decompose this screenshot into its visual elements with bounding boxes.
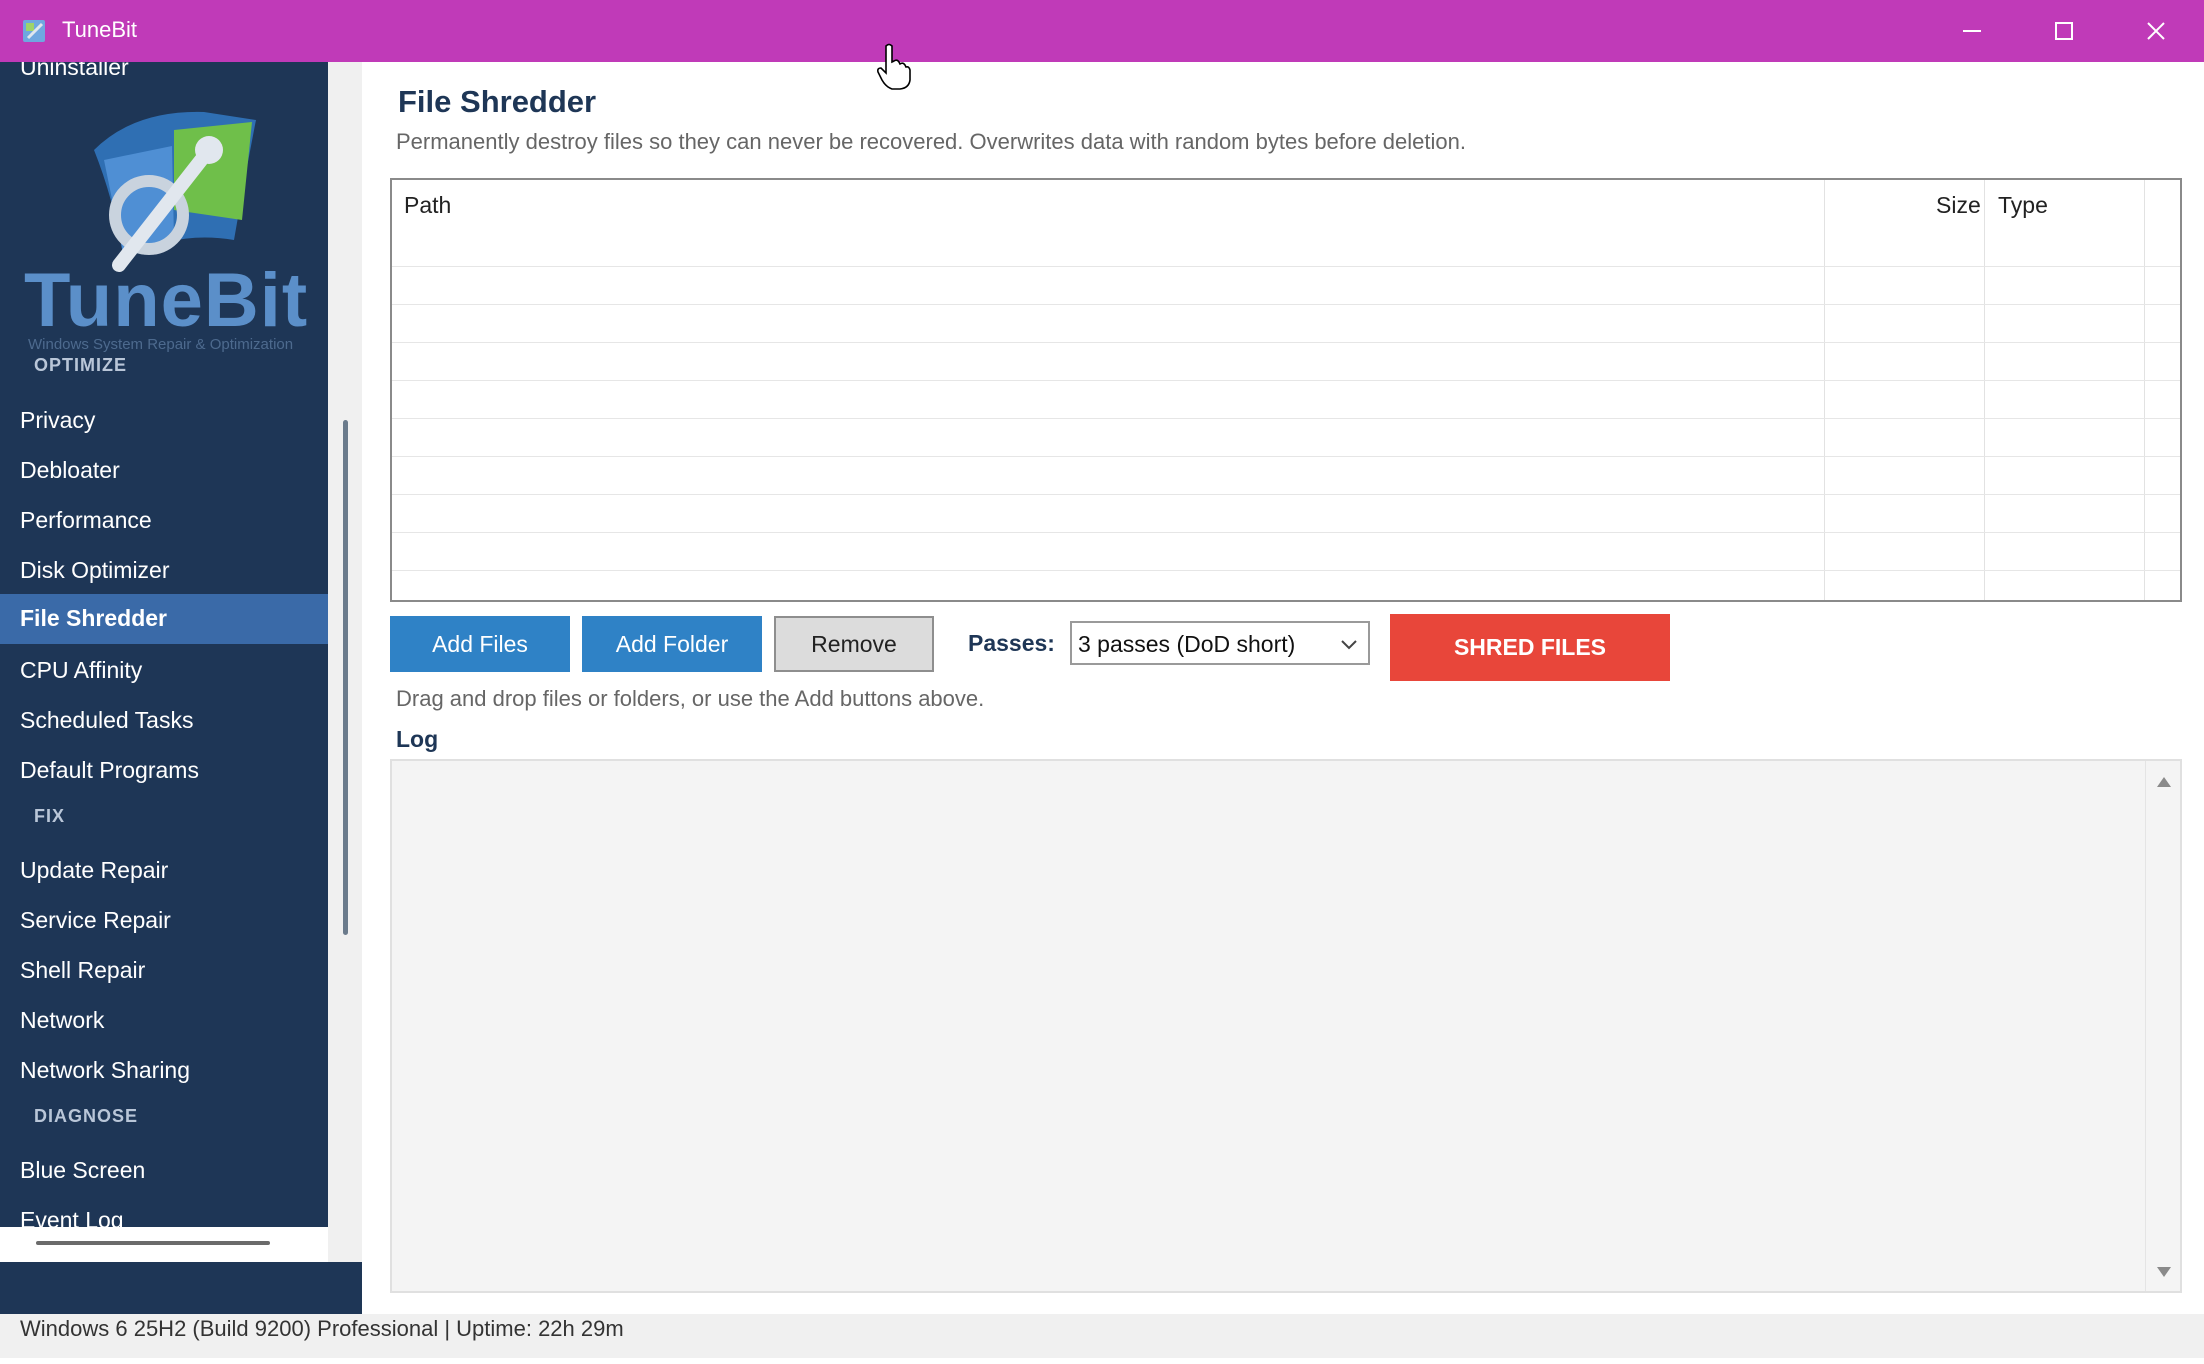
drag-drop-hint: Drag and drop files or folders, or use t… xyxy=(396,686,985,711)
sidebar-item-label: Scheduled Tasks xyxy=(20,707,194,733)
sidebar-item-disk-optimizer[interactable]: Disk Optimizer xyxy=(0,546,328,594)
passes-label: Passes: xyxy=(968,630,1055,656)
row-divider xyxy=(392,418,2180,419)
sidebar-item-label: Privacy xyxy=(20,407,96,433)
app-window: TuneBit Uninstaller TuneBit Windows Syst… xyxy=(0,0,2204,1364)
column-header-type[interactable]: Type xyxy=(1998,192,2048,219)
column-divider xyxy=(1984,180,1985,600)
title-bar[interactable]: TuneBit xyxy=(0,0,2204,62)
maximize-button[interactable] xyxy=(2018,0,2110,62)
row-divider xyxy=(392,532,2180,533)
column-divider xyxy=(1824,180,1825,600)
sidebar-item-label: Performance xyxy=(20,507,152,533)
page-description: Permanently destroy files so they can ne… xyxy=(396,129,1466,154)
sidebar-item-label: Disk Optimizer xyxy=(20,557,170,583)
row-divider xyxy=(392,342,2180,343)
app-icon xyxy=(23,20,45,42)
sidebar-item-label: Debloater xyxy=(20,457,120,483)
section-optimize: OPTIMIZE xyxy=(34,355,127,375)
shred-files-button[interactable]: SHRED FILES xyxy=(1390,614,1670,681)
column-header-size[interactable]: Size xyxy=(1936,192,1981,219)
table-header: Path Size Type xyxy=(392,180,2180,228)
status-text: Windows 6 25H2 (Build 9200) Professional… xyxy=(20,1316,624,1341)
column-divider xyxy=(2144,180,2145,600)
sidebar-item-label: Service Repair xyxy=(20,907,171,933)
log-label: Log xyxy=(396,726,439,752)
row-divider xyxy=(392,380,2180,381)
sidebar-horizontal-scrollbar[interactable] xyxy=(36,1241,270,1245)
log-textbox[interactable] xyxy=(390,759,2182,1293)
sidebar-item-performance[interactable]: Performance xyxy=(0,496,328,544)
sidebar-item-blue-screen[interactable]: Blue Screen xyxy=(0,1146,328,1194)
sidebar-item-label: Default Programs xyxy=(20,757,199,783)
sidebar-item-label: Update Repair xyxy=(20,857,169,883)
passes-select-value: 3 passes (DoD short) xyxy=(1078,631,1296,657)
row-divider xyxy=(392,456,2180,457)
passes-select[interactable]: 3 passes (DoD short) xyxy=(1070,621,1370,665)
row-divider xyxy=(392,304,2180,305)
remove-button[interactable]: Remove xyxy=(774,616,934,672)
sidebar-item-network[interactable]: Network xyxy=(0,996,328,1044)
scroll-up-icon[interactable] xyxy=(2157,777,2171,787)
sidebar-item-label: Event Log xyxy=(20,1207,124,1227)
sidebar-item-label: Shell Repair xyxy=(20,957,146,983)
window-title: TuneBit xyxy=(62,17,138,42)
section-fix: FIX xyxy=(34,806,66,826)
sidebar-item-label: Network Sharing xyxy=(20,1057,191,1083)
section-diagnose: DIAGNOSE xyxy=(34,1106,139,1126)
column-header-path[interactable]: Path xyxy=(404,192,451,219)
sidebar-item-privacy[interactable]: Privacy xyxy=(0,396,328,444)
sidebar-item-file-shredder[interactable]: File Shredder xyxy=(0,594,328,644)
sidebar-item-label: CPU Affinity xyxy=(20,657,143,683)
sidebar-item-cpu-affinity[interactable]: CPU Affinity xyxy=(0,646,328,694)
sidebar-item-service-repair[interactable]: Service Repair xyxy=(0,896,328,944)
sidebar-item-label: File Shredder xyxy=(20,605,167,631)
sidebar[interactable]: Uninstaller TuneBit Windows System Repai… xyxy=(0,62,328,1227)
minimize-button[interactable] xyxy=(1926,0,2018,62)
add-files-button[interactable]: Add Files xyxy=(390,616,570,672)
chevron-down-icon xyxy=(1341,640,1357,650)
close-button[interactable] xyxy=(2110,0,2202,62)
scroll-down-icon[interactable] xyxy=(2157,1267,2171,1277)
logo-text: TuneBit xyxy=(24,258,309,343)
page-title: File Shredder xyxy=(398,84,597,119)
sidebar-item-debloater[interactable]: Debloater xyxy=(0,446,328,494)
cursor-hand-icon xyxy=(877,43,911,90)
row-divider xyxy=(392,494,2180,495)
sidebar-item-network-sharing[interactable]: Network Sharing xyxy=(0,1046,328,1094)
add-folder-button[interactable]: Add Folder xyxy=(582,616,762,672)
sidebar-item-shell-repair[interactable]: Shell Repair xyxy=(0,946,328,994)
sidebar-item-default-programs[interactable]: Default Programs xyxy=(0,746,328,794)
file-list-table[interactable]: Path Size Type xyxy=(390,178,2182,602)
row-divider xyxy=(392,570,2180,571)
sidebar-item-label: Blue Screen xyxy=(20,1157,146,1183)
logo-subtitle: Windows System Repair & Optimization xyxy=(28,336,294,353)
log-scrollbar[interactable] xyxy=(2145,761,2180,1291)
sidebar-item-event-log[interactable]: Event Log xyxy=(0,1196,328,1227)
sidebar-item-label: Network xyxy=(20,1007,105,1033)
sidebar-vertical-scrollbar[interactable] xyxy=(343,420,348,935)
maximize-icon xyxy=(2055,22,2073,40)
sidebar-item-scheduled-tasks[interactable]: Scheduled Tasks xyxy=(0,696,328,744)
close-icon xyxy=(2147,22,2165,40)
sidebar-footer xyxy=(0,1262,362,1314)
sidebar-item-update-repair[interactable]: Update Repair xyxy=(0,846,328,894)
row-divider xyxy=(392,266,2180,267)
sidebar-item-uninstaller[interactable]: Uninstaller xyxy=(20,62,129,81)
minimize-icon xyxy=(1963,30,1981,32)
